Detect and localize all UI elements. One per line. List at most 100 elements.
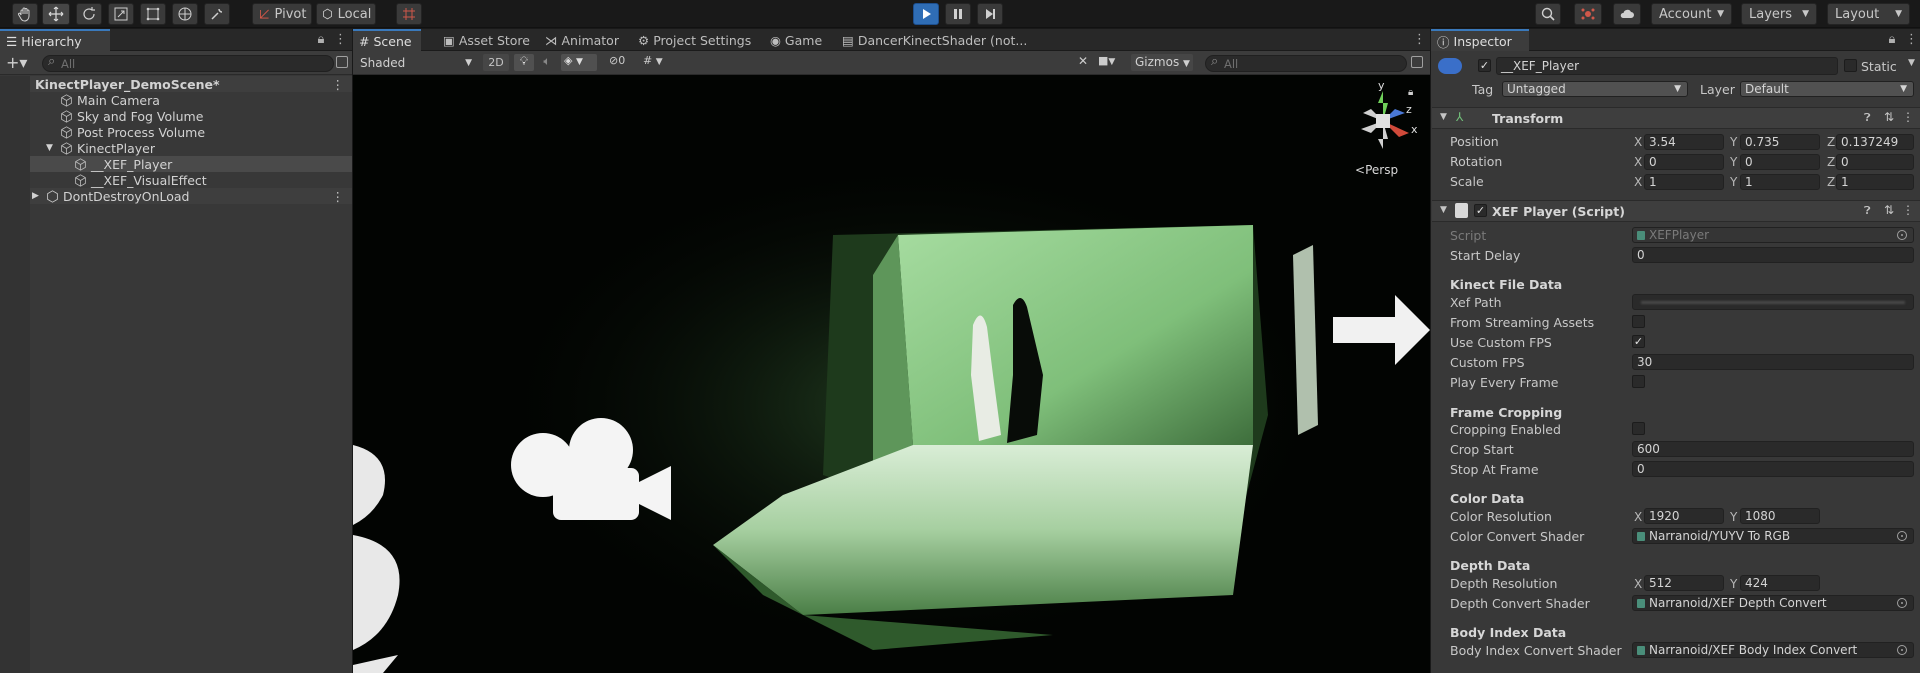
object-picker-icon[interactable] [1897,598,1907,608]
component-menu-icon[interactable]: ⋮ [1902,110,1914,124]
camera-dropdown[interactable]: ■▼ [1098,54,1126,71]
gizmos-dropdown[interactable]: Gizmos ▼ [1131,54,1193,71]
rotation-y-field[interactable]: 0 [1740,154,1820,170]
object-picker-icon[interactable] [1897,645,1907,655]
preset-icon[interactable]: ⇅ [1884,203,1894,217]
search-button[interactable] [1535,3,1561,25]
play-button[interactable] [913,3,939,25]
scene-search-input[interactable]: All [1205,54,1407,72]
hierarchy-item-xef-player[interactable]: __XEF_Player [0,156,352,172]
depth-convert-shader-field[interactable]: Narranoid/XEF Depth Convert [1632,595,1914,611]
row-menu-icon[interactable]: ⋮ [332,189,345,204]
scale-z-field[interactable]: 1 [1836,174,1914,190]
chevron-down-icon[interactable]: ▼ [1908,58,1915,68]
search-by-type-icon[interactable] [1411,56,1423,68]
pause-button[interactable] [945,3,971,25]
hand-tool-button[interactable] [12,3,38,25]
lock-icon[interactable]: 🔒︎ [316,32,326,48]
transform-component-header[interactable]: ▼ ⅄ Transform ❓︎ ⇅ ⋮ [1432,107,1920,129]
pivot-toggle[interactable]: Pivot [252,3,312,25]
tools-icon[interactable]: ✕ [1073,54,1093,71]
help-icon[interactable]: ❓︎ [1864,111,1871,125]
layer-dropdown[interactable]: Default ▼ [1740,81,1914,97]
tab-game[interactable]: ◉ Game [764,29,828,51]
scale-tool-button[interactable] [108,3,134,25]
tab-animator[interactable]: ⋊ Animator [539,29,625,51]
rotation-x-field[interactable]: 0 [1644,154,1724,170]
crop-start-field[interactable]: 600 [1632,441,1914,457]
use-custom-fps-checkbox[interactable]: ✓ [1632,335,1645,348]
local-toggle[interactable]: Local [316,3,376,25]
account-dropdown[interactable]: Account ▼ [1651,3,1732,25]
add-icon[interactable]: +▾ [6,53,27,72]
position-x-field[interactable]: 3.54 [1644,134,1724,150]
rotation-z-field[interactable]: 0 [1836,154,1914,170]
color-convert-shader-field[interactable]: Narranoid/YUYV To RGB [1632,528,1914,544]
enabled-checkbox[interactable]: ✓ [1474,204,1487,217]
hierarchy-item-sky-fog[interactable]: Sky and Fog Volume [0,108,352,124]
start-delay-field[interactable]: 0 [1632,247,1914,263]
color-res-x-field[interactable]: 1920 [1644,508,1724,524]
rect-tool-button[interactable] [140,3,166,25]
active-checkbox[interactable]: ✓ [1478,59,1491,72]
tab-asset-store[interactable]: ▣ Asset Store [437,29,536,51]
hierarchy-scene-row[interactable]: ▼ KinectPlayer_DemoScene* ⋮ [0,76,352,92]
collab-button[interactable] [1574,3,1602,25]
scene-viewport[interactable]: y z x <Persp 🔒︎ [353,75,1430,673]
tag-dropdown[interactable]: Untagged ▼ [1502,81,1688,97]
lighting-toggle-icon[interactable]: 💡︎ [514,54,534,71]
grid-snap-button[interactable] [396,3,422,25]
search-by-type-icon[interactable] [336,56,348,68]
tab-hierarchy[interactable]: ☰ Hierarchy [0,29,110,51]
hierarchy-item-post-process[interactable]: Post Process Volume [0,124,352,140]
depth-res-y-field[interactable]: 424 [1740,575,1820,591]
tab-inspector[interactable]: ⓘ Inspector [1431,29,1529,51]
object-name-field[interactable]: __XEF_Player [1496,57,1838,75]
panel-menu-icon[interactable]: ⋮ [334,32,347,48]
depth-res-x-field[interactable]: 512 [1644,575,1724,591]
hierarchy-dontdestroy-row[interactable]: ▶ DontDestroyOnLoad ⋮ [0,188,352,204]
mode-2d-toggle[interactable]: 2D [483,54,509,71]
tab-scene[interactable]: # Scene [353,29,421,51]
scale-x-field[interactable]: 1 [1644,174,1724,190]
cloud-button[interactable] [1613,3,1641,25]
static-checkbox[interactable] [1844,59,1857,72]
xef-player-component-header[interactable]: ▼ ✓ XEF Player (Script) ❓︎ ⇅ ⋮ [1432,200,1920,222]
panel-menu-icon[interactable]: ⋮ [1413,32,1426,48]
help-icon[interactable]: ❓︎ [1864,204,1871,218]
hierarchy-item-main-camera[interactable]: Main Camera [0,92,352,108]
hierarchy-item-kinect-player[interactable]: ▼ KinectPlayer [0,140,352,156]
play-every-frame-checkbox[interactable] [1632,375,1645,388]
step-button[interactable] [977,3,1003,25]
cropping-enabled-checkbox[interactable] [1632,422,1645,435]
preset-icon[interactable]: ⇅ [1884,110,1894,124]
layout-dropdown[interactable]: Layout ▼ [1827,3,1910,25]
from-streaming-assets-checkbox[interactable] [1632,315,1645,328]
rotate-tool-button[interactable] [76,3,102,25]
custom-fps-field[interactable]: 30 [1632,354,1914,370]
hidden-objects-toggle[interactable]: ⊘0 [609,54,631,71]
object-picker-icon[interactable] [1897,531,1907,541]
tab-project-settings[interactable]: ⚙ Project Settings [632,29,757,51]
audio-toggle-icon[interactable]: 🔈︎ [537,54,557,71]
position-z-field[interactable]: 0.137249 [1836,134,1914,150]
color-res-y-field[interactable]: 1080 [1740,508,1820,524]
transform-tool-button[interactable] [172,3,198,25]
effects-dropdown[interactable]: ◈ ▼ [561,54,597,71]
shading-mode-dropdown[interactable]: Shaded ▼ [357,54,475,71]
layers-dropdown[interactable]: Layers ▼ [1741,3,1817,25]
tab-shader[interactable]: ▤ DancerKinectShader (not... [836,29,1033,51]
lock-icon[interactable]: 🔒︎ [1887,32,1897,48]
xef-path-field[interactable] [1632,294,1914,310]
panel-menu-icon[interactable]: ⋮ [1905,32,1918,48]
row-menu-icon[interactable]: ⋮ [332,77,345,92]
body-index-shader-field[interactable]: Narranoid/XEF Body Index Convert [1632,642,1914,658]
position-y-field[interactable]: 0.735 [1740,134,1820,150]
grid-dropdown[interactable]: # ▼ [643,54,681,71]
move-tool-button[interactable] [42,3,70,25]
hierarchy-item-xef-visual-effect[interactable]: __XEF_VisualEffect [0,172,352,188]
stop-at-frame-field[interactable]: 0 [1632,461,1914,477]
component-menu-icon[interactable]: ⋮ [1902,203,1914,217]
lock-icon[interactable]: 🔒︎ [1408,87,1413,98]
hierarchy-search-input[interactable]: All [42,54,334,72]
